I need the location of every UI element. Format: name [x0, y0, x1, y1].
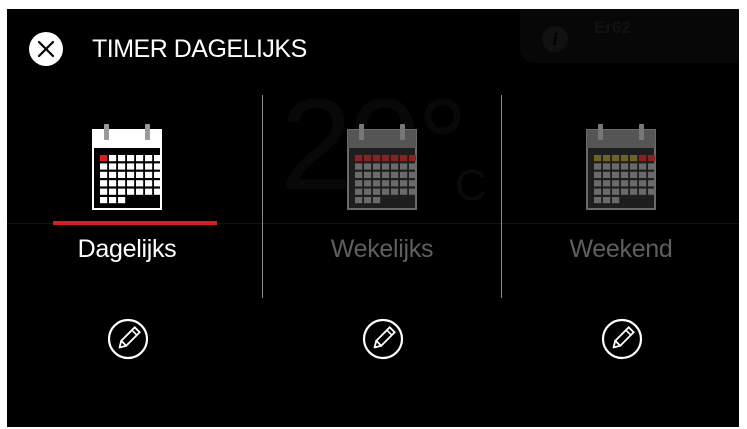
option-dagelijks[interactable]: Dagelijks: [7, 79, 247, 409]
option-label: Dagelijks: [77, 235, 177, 263]
pencil-icon[interactable]: [601, 318, 643, 360]
page-title: TIMER DAGELIJKS: [92, 35, 307, 63]
close-icon: [37, 40, 55, 58]
error-code: Er62: [594, 18, 631, 37]
pencil-icon[interactable]: [107, 318, 149, 360]
calendar-icon: [92, 124, 162, 210]
option-weekend[interactable]: Weekend: [501, 79, 739, 409]
pencil-icon[interactable]: [362, 318, 404, 360]
calendar-icon: [347, 124, 417, 210]
selection-indicator: [53, 221, 217, 225]
option-label: Wekelijks: [330, 235, 434, 263]
info-icon: i: [542, 26, 568, 52]
option-wekelijks[interactable]: Wekelijks: [262, 79, 502, 409]
timer-screen: i Er62 20° C TIMER DAGELIJKS Dagelijks W…: [7, 9, 739, 427]
calendar-icon: [586, 124, 656, 210]
option-label: Weekend: [569, 235, 673, 263]
info-panel: i Er62: [520, 9, 739, 63]
close-button[interactable]: [29, 32, 63, 66]
